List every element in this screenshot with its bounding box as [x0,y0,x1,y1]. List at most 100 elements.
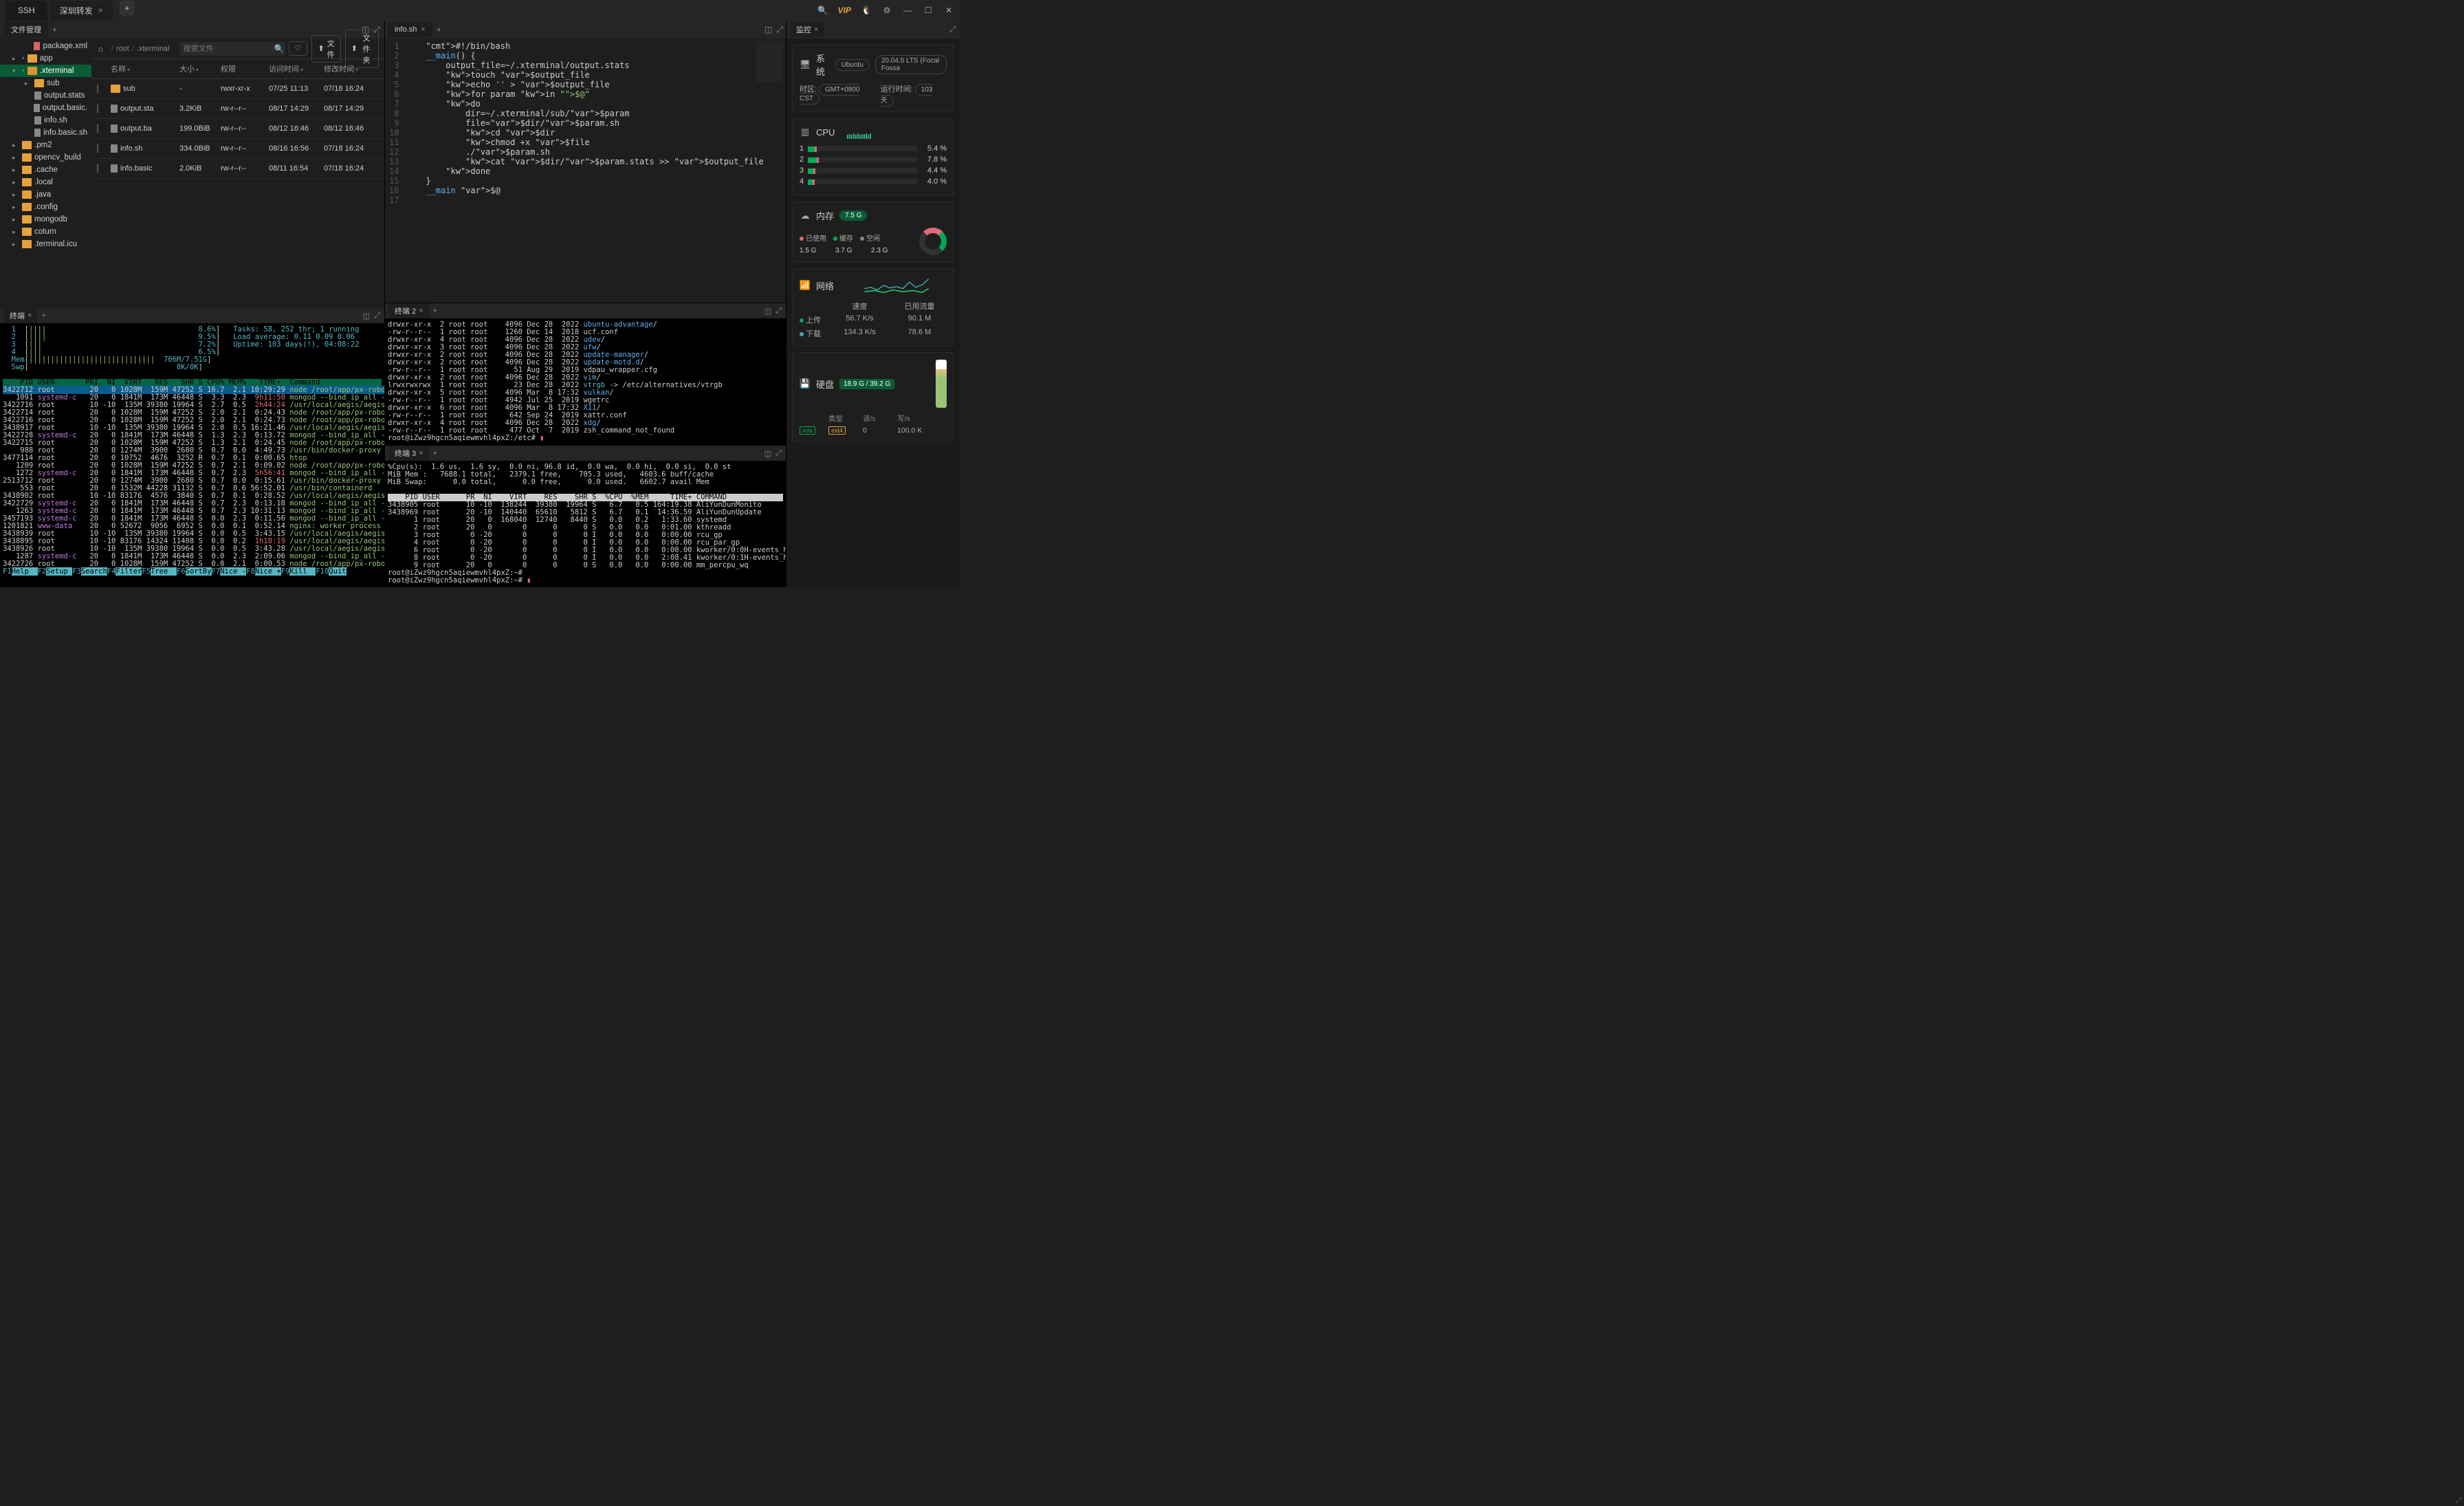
tree-item[interactable]: ▸sub [0,77,91,89]
terminal-1-tab[interactable]: 终端 × [4,308,37,323]
disk-card: 💾硬盘 18.9 G / 39.2 G 类型读/s写/s vdaext40100… [792,352,954,442]
terminal-3[interactable]: %Cpu(s): 1.6 us, 1.6 sy, 0.0 ni, 96.8 id… [385,461,786,587]
breadcrumb[interactable]: /root/.xterminal [109,45,170,53]
tab-shenzhen[interactable]: 深圳转发 × [50,1,113,21]
cpu-core-row: 34.4 % [800,166,947,175]
terminal-add-tab[interactable]: + [433,307,437,315]
memory-card: ☁内存 7.5 G 已使用 缓存 空闲 1.5 G 3.7 G 2.3 G [792,201,954,263]
network-sparkline [846,276,947,295]
tree-item[interactable]: info.sh [0,114,91,127]
card-title: 系统 [816,52,830,78]
maximize-icon[interactable]: ☐ [923,5,934,16]
terminal-2-tab[interactable]: 终端 2 × [389,303,429,318]
fm-toolbar: ⌂ /root/.xterminal 🔍 ♡ ⬆ 文件 ⬆ 文件夹 [91,39,384,59]
terminal-add-tab[interactable]: + [433,449,437,457]
close-icon[interactable]: × [419,307,423,315]
fm-tab[interactable]: 文件管理 [4,21,48,38]
vip-badge[interactable]: VIP [838,6,851,15]
file-row[interactable]: sub-rwxr-xr-x07/25 11:1307/18 16:24 [91,79,384,99]
disk-usage-badge: 18.9 G / 39.2 G [839,379,894,389]
tree-item[interactable]: ▸.config [0,201,91,213]
emoji-icon[interactable]: 🐧 [861,5,872,16]
upload-file-button[interactable]: ⬆ 文件 [311,35,340,63]
tree-item[interactable]: package.xml [0,40,91,52]
cpu-sparkline [847,125,947,139]
split-icon[interactable]: ◫ [764,307,771,316]
monitor-icon: 🖥 [800,59,811,70]
cpu-core-row: 44.0 % [800,177,947,186]
expand-icon[interactable]: ⤢ [776,25,783,35]
tree-item[interactable]: ▸mongodb [0,213,91,226]
tree-item[interactable]: output.stats [0,89,91,102]
fm-add-tab[interactable]: + [52,25,57,34]
terminal-1-tabs: 终端 × + ◫ ⤢ [0,308,384,323]
tab-label: 深圳转发 [60,5,93,17]
close-icon[interactable]: × [98,6,103,15]
window-close-icon[interactable]: ✕ [943,5,954,16]
expand-icon[interactable]: ⤢ [374,312,380,320]
search-icon[interactable]: 🔍 [817,5,828,16]
tab-ssh[interactable]: SSH [6,1,47,21]
tree-item[interactable]: ▸opencv_build [0,151,91,164]
split-icon[interactable]: ◫ [764,449,771,458]
editor-add-tab[interactable]: + [437,25,441,34]
os-ver-badge: 20.04.5 LTS (Focal Fossa [875,55,947,74]
tree-item[interactable]: info.basic.sh [0,127,91,139]
split-icon[interactable]: ◫ [363,312,370,320]
minimap[interactable] [756,41,783,83]
cloud-icon: ☁ [800,210,811,221]
tree-item[interactable]: ▾●.xterminal [0,65,91,77]
tree-item[interactable]: output.basic. [0,102,91,114]
status-expand-icon[interactable]: ⤢ [2456,1497,2461,1505]
disk-bar [936,360,947,408]
minimize-icon[interactable]: — [902,5,913,16]
monitor-tab[interactable]: 监控 × [791,22,824,37]
memory-donut [919,228,947,255]
tree-item[interactable]: ▸.cache [0,164,91,176]
search-go-icon[interactable]: 🔍 [274,43,285,54]
new-tab-button[interactable]: + [120,1,135,16]
cpu-icon: ▥ [800,127,811,138]
file-row[interactable]: output.sta3.2KiBrw-r--r--08/17 14:2908/1… [91,99,384,119]
mem-total-badge: 7.5 G [839,210,867,221]
close-icon[interactable]: × [814,25,818,34]
file-row[interactable]: info.basic2.0KiBrw-r--r--08/11 16:5407/1… [91,159,384,179]
card-title: 网络 [816,279,834,292]
split-icon[interactable]: ◫ [764,25,772,35]
search-input[interactable] [179,42,285,56]
disk-icon: 💾 [800,378,811,389]
expand-icon[interactable]: ⤢ [776,307,782,316]
tree-item[interactable]: ▸.pm2 [0,139,91,151]
cpu-card: ▥CPU 15.4 %27.8 %34.4 %44.0 % [792,118,954,196]
wifi-icon: 📶 [800,280,811,291]
terminal-1[interactable]: 1 [|||| 8.6%] Tasks: 58, 252 thr; 1 runn… [0,323,384,587]
close-icon[interactable]: × [419,449,423,457]
file-row[interactable]: output.ba199.0BiBrw-r--r--08/12 16:4608/… [91,119,384,139]
editor-tab-info[interactable]: info.sh × [388,22,432,37]
system-card: 🖥系统 Ubuntu 20.04.5 LTS (Focal Fossa 时区: … [792,44,954,112]
monitor-tabs: 监控 × ⤢ [786,21,960,39]
gear-icon[interactable]: ⚙ [881,5,892,16]
cpu-core-row: 27.8 % [800,155,947,164]
code-editor[interactable]: 1234567891011121314151617 "cmt">#!/bin/b… [385,39,786,303]
tree-item[interactable]: ▸coturn [0,226,91,238]
tree-item[interactable]: ▸.java [0,188,91,201]
terminal-add-tab[interactable]: + [41,312,45,320]
close-icon[interactable]: × [28,312,32,320]
expand-icon[interactable]: ⤢ [776,449,782,458]
terminal-2[interactable]: drwxr-xr-x 2 root root 4096 Dec 28 2022 … [385,318,786,445]
terminal-3-tab[interactable]: 终端 3 × [389,446,429,461]
expand-icon[interactable]: ⤢ [949,25,956,34]
card-title: 硬盘 [816,378,834,391]
os-badge: Ubuntu [835,59,870,71]
close-icon[interactable]: × [421,25,425,34]
favorite-button[interactable]: ♡ [289,41,308,56]
tree-item[interactable]: ▸.local [0,176,91,188]
file-row[interactable]: info.sh334.0BiBrw-r--r--08/16 16:5607/18… [91,139,384,159]
cpu-core-row: 15.4 % [800,144,947,153]
tree-item[interactable]: ▸●app [0,52,91,65]
card-title: 内存 [816,209,834,222]
network-card: 📶网络 速度已用流量 上传56.7 K/s90.1 M 下载134.3 K/s7… [792,268,954,347]
home-icon[interactable]: ⌂ [97,43,104,54]
tree-item[interactable]: ▸.terminal.icu [0,238,91,250]
